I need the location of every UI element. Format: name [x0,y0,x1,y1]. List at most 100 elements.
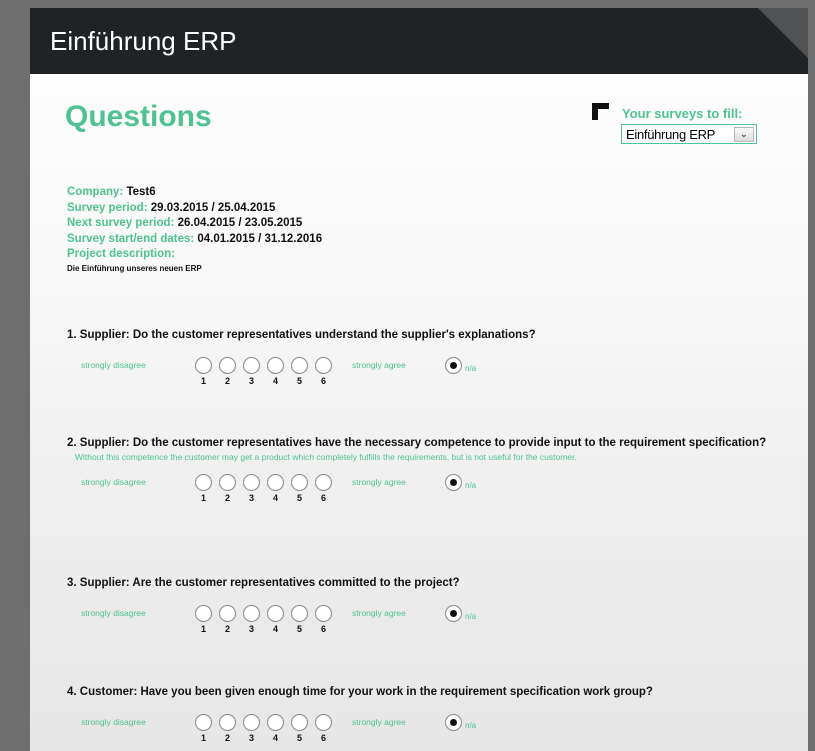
rating-number: 6 [320,493,326,503]
rating-radio-na[interactable] [445,357,462,374]
rating-number: 1 [200,624,206,634]
rating-radio-2[interactable] [219,605,236,622]
rating-radio-1[interactable] [195,474,212,491]
rating-number: 4 [272,624,278,634]
rating-number: 2 [224,493,230,503]
rating-radio-5[interactable] [291,357,308,374]
rating-radio-3[interactable] [243,605,260,622]
survey-period-label: Survey period: [67,201,148,214]
company-value: Test6 [126,186,156,198]
rating-radio-na[interactable] [445,474,462,491]
scale-right-label: strongly agree [352,717,406,727]
header-corner-decoration [758,8,808,58]
question-4: 4. Customer: Have you been given enough … [67,685,767,751]
rating-radio-4[interactable] [267,714,284,731]
survey-select[interactable]: Einführung ERP ⌄ [621,124,757,144]
company-label: Company: [67,186,124,198]
rating-number: 2 [224,624,230,634]
rating-radio-na[interactable] [445,714,462,731]
rating-scale: strongly disagree 1 2 3 4 5 6 strongly a… [67,605,767,645]
na-label: n/a [465,481,477,490]
question-1: 1. Supplier: Do the customer representat… [67,328,767,397]
rating-radio-2[interactable] [219,714,236,731]
rating-number: 3 [248,493,254,503]
rating-number: 5 [296,624,302,634]
rating-number: 3 [248,376,254,386]
scale-left-label: strongly disagree [81,360,146,370]
question-text: 1. Supplier: Do the customer representat… [67,329,536,341]
rating-radio-6[interactable] [315,605,332,622]
rating-radio-5[interactable] [291,714,308,731]
na-label: n/a [465,364,477,373]
question-2: 2. Supplier: Do the customer representat… [67,436,767,514]
rating-number: 1 [200,376,206,386]
rating-number: 4 [272,733,278,743]
rating-number: 1 [200,733,206,743]
na-label: n/a [465,721,477,730]
rating-number: 3 [248,624,254,634]
start-end-label: Survey start/end dates: [67,232,195,245]
page-frame: Einführung ERP Questions Your surveys to… [0,0,815,751]
rating-number: 2 [224,733,230,743]
survey-info: Company: Test6 Survey period: 29.03.2015… [67,185,322,274]
survey-card: Einführung ERP Questions Your surveys to… [30,8,808,751]
rating-radio-2[interactable] [219,357,236,374]
app-header: Einführung ERP [30,8,808,74]
project-description-value: Die Einführung unseres neuen ERP [67,263,202,273]
na-label: n/a [465,612,477,621]
survey-period-value: 29.03.2015 / 25.04.2015 [150,201,276,214]
scale-left-label: strongly disagree [81,608,146,618]
next-period-value: 26.04.2015 / 23.05.2015 [177,217,303,229]
rating-number: 4 [272,376,278,386]
question-hint: Without this competence the customer may… [75,452,577,462]
rating-number: 4 [272,493,278,503]
rating-number: 6 [320,733,326,743]
rating-radio-4[interactable] [267,605,284,622]
rating-radio-1[interactable] [195,357,212,374]
scale-right-label: strongly agree [352,477,406,487]
question-text: 2. Supplier: Do the customer representat… [67,437,767,449]
rating-number: 5 [296,733,302,743]
corner-mark-icon [592,103,609,120]
surveys-selector: Your surveys to fill: Einführung ERP ⌄ [592,100,792,150]
rating-radio-4[interactable] [267,474,284,491]
rating-scale: strongly disagree 1 2 3 4 5 6 strongly a… [67,714,767,751]
rating-number: 5 [296,376,302,386]
rating-number: 6 [320,624,326,634]
surveys-label: Your surveys to fill: [622,106,743,121]
rating-radio-3[interactable] [243,714,260,731]
rating-radio-6[interactable] [315,714,332,731]
rating-radio-2[interactable] [219,474,236,491]
rating-number: 1 [200,493,206,503]
rating-radio-1[interactable] [195,605,212,622]
rating-number: 6 [320,376,326,386]
scale-right-label: strongly agree [352,360,406,370]
scale-left-label: strongly disagree [81,477,146,487]
start-end-value: 04.01.2015 / 31.12.2016 [197,232,323,245]
rating-radio-na[interactable] [445,605,462,622]
project-description-label: Project description: [67,248,175,260]
scale-left-label: strongly disagree [81,717,146,727]
rating-radio-3[interactable] [243,357,260,374]
rating-radio-5[interactable] [291,474,308,491]
question-text: 3. Supplier: Are the customer representa… [67,577,460,589]
scale-right-label: strongly agree [352,608,406,618]
rating-number: 3 [248,733,254,743]
chevron-down-icon[interactable]: ⌄ [734,127,754,142]
rating-radio-3[interactable] [243,474,260,491]
rating-radio-1[interactable] [195,714,212,731]
rating-radio-5[interactable] [291,605,308,622]
rating-radio-6[interactable] [315,474,332,491]
rating-radio-6[interactable] [315,357,332,374]
rating-number: 2 [224,376,230,386]
app-title: Einführung ERP [50,26,237,56]
question-text: 4. Customer: Have you been given enough … [67,686,653,698]
page-title: Questions [65,100,212,133]
rating-scale: strongly disagree 1 2 3 4 5 6 strongly a… [67,474,767,514]
rating-radio-4[interactable] [267,357,284,374]
survey-select-value: Einführung ERP [626,127,716,142]
question-3: 3. Supplier: Are the customer representa… [67,576,767,645]
rating-number: 5 [296,493,302,503]
rating-scale: strongly disagree 1 2 3 4 5 6 strongly a… [67,357,767,397]
next-period-label: Next survey period: [67,217,175,229]
